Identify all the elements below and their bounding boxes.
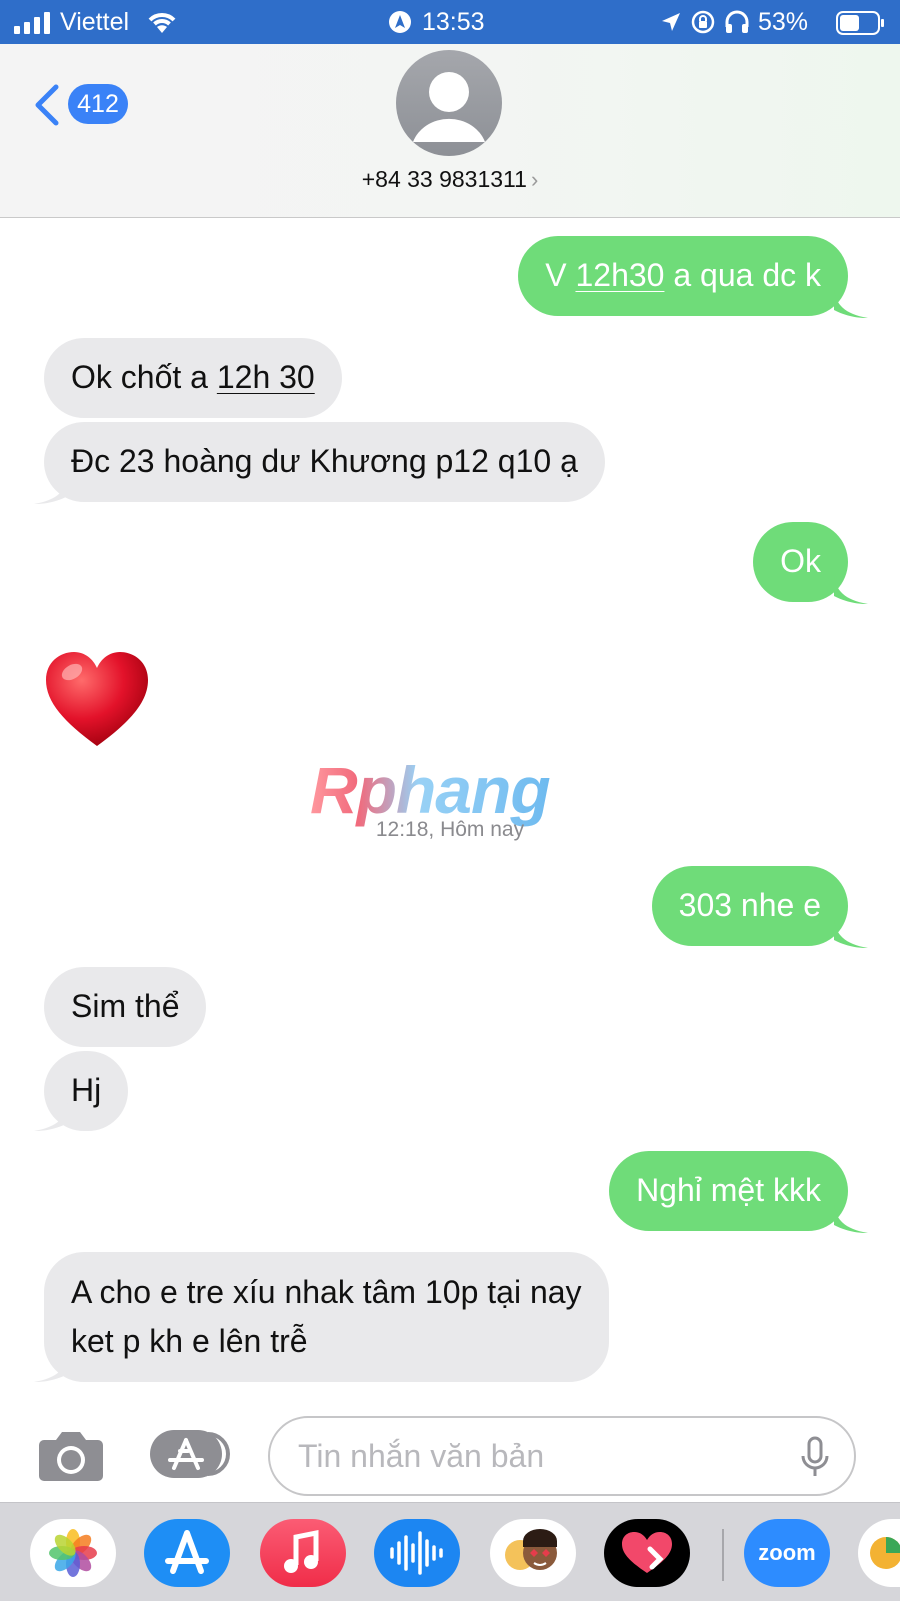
timestamp: 12:18, Hôm nay xyxy=(375,818,525,841)
back-button[interactable]: 412 xyxy=(32,82,142,126)
conversation-header: 412 +84 33 9831311 › xyxy=(0,44,900,218)
zoom-app-button[interactable]: zoom xyxy=(744,1519,830,1587)
bubble-tail xyxy=(34,476,68,504)
bubble-tail xyxy=(834,920,868,948)
contact-name[interactable]: +84 33 9831311 › xyxy=(0,166,900,193)
digital-touch-heart-icon xyxy=(622,1532,672,1573)
outgoing-message[interactable]: 303 nhe e xyxy=(651,866,848,946)
unread-count-badge: 412 xyxy=(68,84,128,124)
chevron-right-icon: › xyxy=(530,167,539,192)
app-store-app-button[interactable] xyxy=(144,1519,230,1587)
zoom-icon: zoom xyxy=(744,1519,830,1587)
memoji-icon xyxy=(505,1529,557,1570)
music-icon xyxy=(284,1529,319,1573)
outgoing-message[interactable]: V 12h30 a qua dc k xyxy=(518,236,848,316)
incoming-message[interactable]: Đc 23 hoàng dư Khương p12 q10 ạ xyxy=(44,422,605,502)
status-bar: Viettel 13:53 53% xyxy=(0,0,900,44)
bubble-tail xyxy=(34,1354,68,1382)
contact-avatar[interactable] xyxy=(396,50,502,156)
incoming-message[interactable]: A cho e tre xíu nhak tâm 10p tại nay ket… xyxy=(44,1252,609,1382)
battery-icon xyxy=(836,11,884,35)
photos-app-button[interactable] xyxy=(30,1519,116,1587)
battery-percent: 53% xyxy=(758,8,809,36)
bubble-tail xyxy=(834,290,868,318)
zoom-label: zoom xyxy=(758,1540,816,1565)
message-line: A cho e tre xíu nhak tâm 10p tại nay xyxy=(71,1274,582,1310)
heart-emoji[interactable] xyxy=(44,650,150,750)
chevron-left-icon xyxy=(35,84,59,126)
outgoing-message[interactable]: Nghỉ mệt kkk xyxy=(609,1151,848,1231)
more-app-icon xyxy=(870,1537,900,1569)
memoji-app-button[interactable] xyxy=(490,1519,576,1587)
photos-icon xyxy=(49,1529,97,1577)
bubble-tail xyxy=(834,576,868,604)
audio-message-app-button[interactable] xyxy=(374,1519,460,1587)
headphones-icon xyxy=(725,10,749,33)
bubble-tail xyxy=(34,1103,68,1131)
detected-time-link[interactable]: 12h30 xyxy=(575,257,664,293)
person-icon xyxy=(413,72,485,142)
location-icon xyxy=(662,13,680,31)
app-store-icon[interactable] xyxy=(150,1428,232,1480)
music-app-button[interactable] xyxy=(260,1519,346,1587)
app-store-icon xyxy=(165,1530,209,1574)
more-app-button[interactable] xyxy=(858,1519,900,1587)
audio-waveform-icon xyxy=(390,1531,443,1575)
wifi-icon xyxy=(148,13,176,33)
app-drawer: zoom xyxy=(0,1502,900,1601)
microphone-icon[interactable] xyxy=(800,1436,830,1478)
incoming-message[interactable]: Ok chốt a 12h 30 xyxy=(44,338,342,418)
clock: 13:53 xyxy=(422,8,485,36)
contact-number: +84 33 9831311 xyxy=(361,166,527,192)
camera-icon[interactable] xyxy=(38,1430,104,1482)
drawer-divider xyxy=(722,1529,724,1581)
composer-bar xyxy=(0,1392,900,1502)
navigation-indicator-icon xyxy=(389,11,411,33)
watermark-logo: Rphang xyxy=(310,753,551,827)
signal-icon xyxy=(14,12,50,34)
bubble-tail xyxy=(834,1205,868,1233)
carrier-name: Viettel xyxy=(60,8,130,36)
detected-time-link[interactable]: 12h 30 xyxy=(217,359,315,395)
rotation-lock-icon xyxy=(691,10,715,34)
message-line: ket p kh e lên trễ xyxy=(71,1323,308,1359)
incoming-message[interactable]: Sim thể xyxy=(44,967,207,1047)
message-input[interactable] xyxy=(268,1416,856,1496)
digital-touch-app-button[interactable] xyxy=(604,1519,690,1587)
